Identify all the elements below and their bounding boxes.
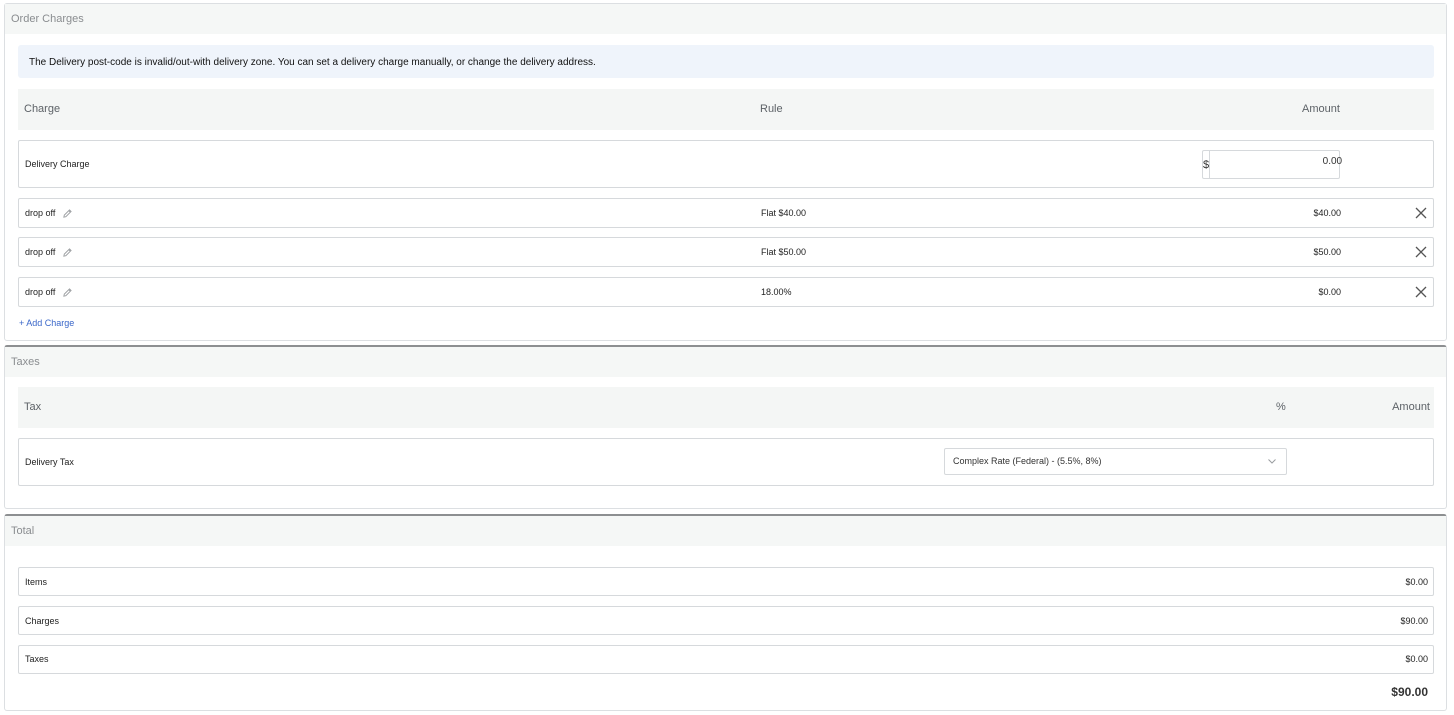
pencil-icon[interactable] xyxy=(62,247,73,258)
close-icon[interactable] xyxy=(1413,244,1429,260)
charge-name: drop off xyxy=(25,208,73,219)
charge-amount: $0.00 xyxy=(1318,287,1341,297)
charge-rule: Flat $50.00 xyxy=(761,247,807,257)
tax-rate-select[interactable]: Complex Rate (Federal) - (5.5%, 8%) xyxy=(944,448,1287,475)
total-title: Total xyxy=(5,516,1446,546)
delivery-charge-field[interactable] xyxy=(1210,151,1351,178)
column-tax-amount: Amount xyxy=(1392,401,1430,413)
charge-name-text: drop off xyxy=(25,247,56,257)
charge-amount: $40.00 xyxy=(1313,208,1341,218)
charge-row: drop off Flat $40.00 $40.00 xyxy=(18,198,1434,228)
total-row: Items $0.00 xyxy=(18,567,1434,596)
add-charge-button[interactable]: + Add Charge xyxy=(19,318,74,328)
tax-name: Delivery Tax xyxy=(25,457,74,467)
delivery-charge-row: Delivery Charge $ xyxy=(18,140,1434,188)
total-row-label: Items xyxy=(25,577,48,587)
charge-name-text: drop off xyxy=(25,208,56,218)
charge-name-text: drop off xyxy=(25,287,56,297)
grand-total: $90.00 xyxy=(1391,685,1428,699)
plus-icon: + xyxy=(19,318,25,328)
total-row-value: $0.00 xyxy=(1405,654,1428,664)
tax-rate-selected: Complex Rate (Federal) - (5.5%, 8%) xyxy=(953,456,1102,466)
delivery-charge-input: $ xyxy=(1202,150,1351,179)
column-amount: Amount xyxy=(1302,103,1340,115)
total-row: Charges $90.00 xyxy=(18,606,1434,635)
charge-rule: 18.00% xyxy=(761,287,792,297)
chevron-down-icon xyxy=(1268,459,1276,464)
pencil-icon[interactable] xyxy=(62,287,73,298)
delivery-charge-label: Delivery Charge xyxy=(25,159,90,169)
charge-rule: Flat $40.00 xyxy=(761,208,807,218)
charge-row: drop off 18.00% $0.00 xyxy=(18,277,1434,307)
charges-table-header: Charge Rule Amount xyxy=(18,89,1434,130)
total-row: Taxes $0.00 xyxy=(18,645,1434,674)
close-icon[interactable] xyxy=(1413,284,1429,300)
charge-amount: $50.00 xyxy=(1313,247,1341,257)
total-row-label: Charges xyxy=(25,616,60,626)
column-tax: Tax xyxy=(24,401,42,413)
tax-row: Delivery Tax Complex Rate (Federal) - (5… xyxy=(18,438,1434,486)
taxes-title: Taxes xyxy=(5,347,1446,377)
currency-prefix: $ xyxy=(1203,151,1211,178)
column-rule: Rule xyxy=(760,103,783,115)
order-charges-title: Order Charges xyxy=(5,4,1446,34)
charge-name: drop off xyxy=(25,247,73,258)
total-row-value: $90.00 xyxy=(1400,616,1428,626)
add-charge-label: Add Charge xyxy=(26,318,75,328)
pencil-icon[interactable] xyxy=(62,208,73,219)
taxes-table-header: Tax % Amount xyxy=(18,387,1434,428)
charge-row: drop off Flat $50.00 $50.00 xyxy=(18,237,1434,267)
column-percent: % xyxy=(1276,401,1286,413)
charge-name: drop off xyxy=(25,287,73,298)
total-row-value: $0.00 xyxy=(1405,577,1428,587)
close-icon[interactable] xyxy=(1413,205,1429,221)
column-charge: Charge xyxy=(24,103,61,115)
order-charges-panel: Order Charges The Delivery post-code is … xyxy=(4,3,1447,341)
taxes-panel: Taxes Tax % Amount Delivery Tax Complex … xyxy=(4,345,1447,509)
total-row-label: Taxes xyxy=(25,654,49,664)
total-panel: Total Items $0.00 Charges $90.00 Taxes $… xyxy=(4,514,1447,711)
delivery-zone-alert: The Delivery post-code is invalid/out-wi… xyxy=(18,45,1434,78)
